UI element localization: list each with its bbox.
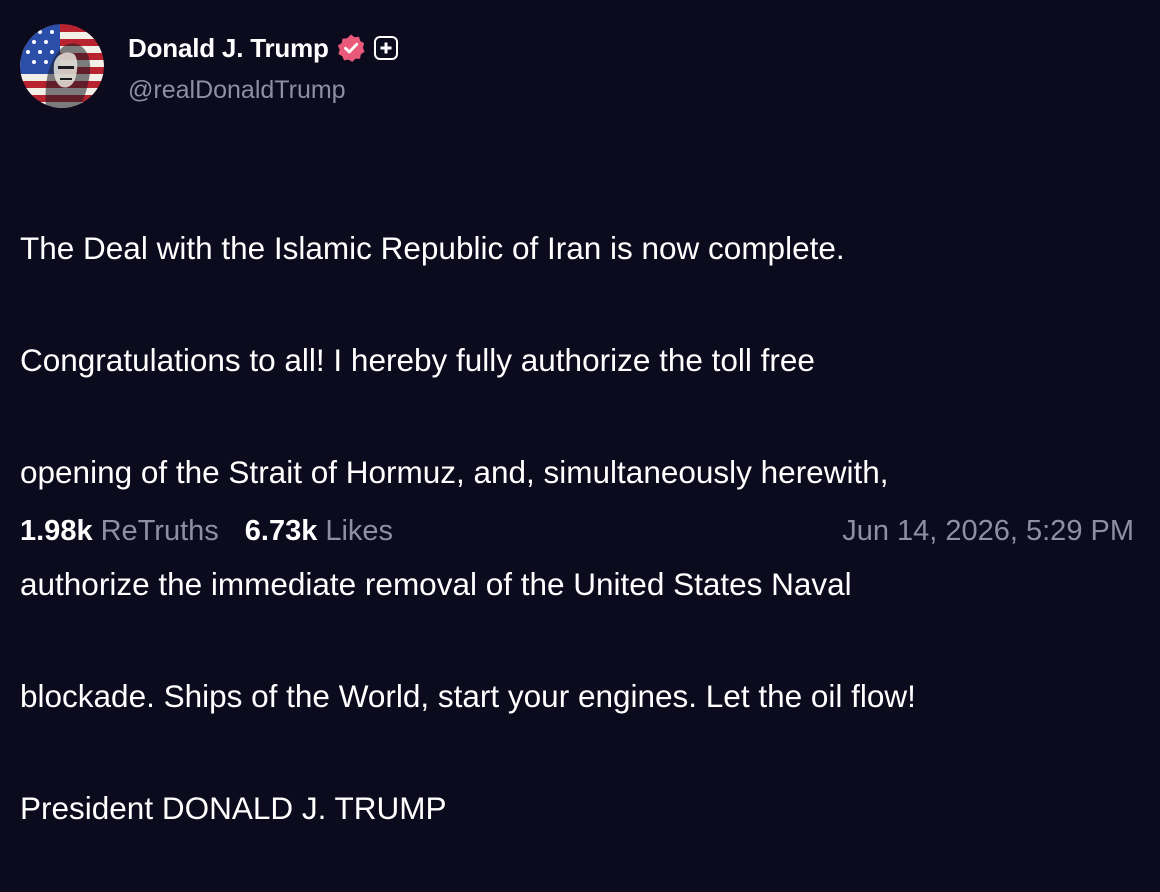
likes-label: Likes [325,515,394,547]
author-handle[interactable]: @realDonaldTrump [128,76,346,105]
post-line: President DONALD J. TRUMP [20,790,447,826]
post-stats: 1.98k ReTruths 6.73k Likes [20,515,393,548]
avatar-icon [20,24,104,108]
retruths-label: ReTruths [100,515,219,547]
profile-avatar[interactable] [20,24,104,108]
likes-count: 6.73k [244,515,318,547]
retruths-count: 1.98k [20,515,93,547]
display-name[interactable]: Donald J. Trump [128,33,329,64]
post-line: opening of the Strait of Hormuz, and, si… [20,454,889,490]
display-name-row: Donald J. Trump [128,30,398,66]
post-card: Donald J. Trump @realDonaldTrump The Dea… [0,0,1160,826]
post-line: Congratulations to all! I hereby fully a… [20,342,815,378]
likes-stat[interactable]: 6.73k Likes [245,515,393,548]
post-line: The Deal with the Islamic Republic of Ir… [20,230,845,266]
verified-badge-icon [336,33,366,63]
plus-badge-icon[interactable] [373,36,398,60]
post-line: blockade. Ships of the World, start your… [20,678,916,714]
retruths-stat[interactable]: 1.98k ReTruths [20,515,219,548]
post-timestamp[interactable]: Jun 14, 2026, 5:29 PM [842,515,1134,548]
post-line: authorize the immediate removal of the U… [20,566,852,602]
